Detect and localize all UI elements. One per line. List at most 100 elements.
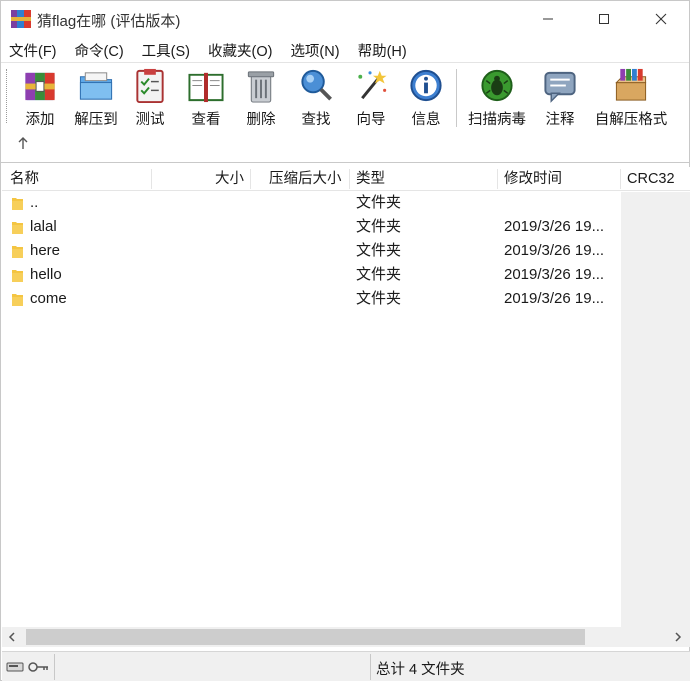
comment-icon (544, 71, 576, 103)
winrar-app-icon (11, 10, 31, 28)
folder-icon (12, 270, 23, 282)
item-modified: 2019/3/26 19... (504, 290, 605, 307)
wizard-label: 向导 (356, 112, 386, 128)
comment-label: 注释 (545, 112, 575, 128)
column-header-type[interactable]: 类型 (356, 167, 385, 191)
trash-icon (247, 71, 275, 103)
maximize-button[interactable] (581, 1, 627, 37)
column-header-size[interactable]: 大小 (215, 167, 244, 191)
folder-icon (12, 198, 23, 210)
menu-tools[interactable]: 工具(S) (138, 40, 194, 61)
folder-icon (12, 294, 23, 306)
status-bar: 总计 4 文件夹 (2, 651, 690, 681)
view-label: 查看 (191, 112, 221, 128)
maximize-icon (599, 14, 609, 24)
item-name: here (30, 242, 61, 259)
extract-to-button[interactable]: 解压到 (73, 67, 119, 129)
menu-bar: 文件(F) 命令(C) 工具(S) 收藏夹(O) 选项(N) 帮助(H) (1, 39, 689, 61)
item-name: .. (30, 194, 39, 211)
column-divider[interactable] (349, 169, 350, 189)
column-divider[interactable] (620, 169, 621, 189)
find-label: 查找 (301, 112, 331, 128)
chevron-left-icon (8, 632, 15, 642)
menu-commands[interactable]: 命令(C) (71, 40, 128, 61)
info-icon (410, 69, 442, 102)
list-item[interactable]: come 文件夹 2019/3/26 19... (2, 287, 620, 311)
status-summary: 总计 4 文件夹 (376, 662, 465, 678)
item-type: 文件夹 (356, 218, 402, 235)
up-arrow-icon[interactable] (15, 135, 31, 151)
magic-wand-icon (358, 70, 387, 100)
item-name: lalal (30, 218, 57, 235)
delete-label: 删除 (246, 112, 276, 128)
scroll-right-button[interactable] (668, 627, 688, 647)
find-button[interactable]: 查找 (297, 67, 335, 129)
list-item[interactable]: lalal 文件夹 2019/3/26 19... (2, 215, 620, 239)
folder-icon (12, 246, 23, 258)
menu-options[interactable]: 选项(N) (286, 40, 343, 61)
status-divider (370, 654, 371, 680)
column-header-packed[interactable]: 压缩后大小 (269, 167, 342, 191)
status-divider (54, 654, 55, 680)
list-item[interactable]: .. 文件夹 (2, 191, 620, 215)
column-divider[interactable] (151, 169, 152, 189)
info-label: 信息 (411, 112, 441, 128)
menu-help[interactable]: 帮助(H) (354, 40, 411, 61)
crc-column-background (621, 192, 690, 627)
menu-favorites[interactable]: 收藏夹(O) (204, 40, 276, 61)
test-button[interactable]: 测试 (133, 67, 167, 129)
sfx-label: 自解压格式 (594, 112, 668, 128)
close-icon (655, 13, 667, 25)
column-header-modified[interactable]: 修改时间 (504, 167, 562, 191)
horizontal-scrollbar[interactable] (2, 627, 690, 647)
column-divider[interactable] (250, 169, 251, 189)
drive-key-icon[interactable] (6, 660, 52, 674)
item-type: 文件夹 (356, 266, 402, 283)
view-button[interactable]: 查看 (183, 67, 229, 129)
title-bar[interactable]: 猜flag在哪 (评估版本) (1, 1, 689, 37)
item-type: 文件夹 (356, 242, 402, 259)
scan-virus-button[interactable]: 扫描病毒 (466, 67, 528, 129)
list-header: 名称 大小 压缩后大小 类型 修改时间 CRC32 (2, 167, 690, 191)
scan-virus-label: 扫描病毒 (468, 112, 526, 128)
view-book-icon (188, 72, 224, 103)
wizard-button[interactable]: 向导 (352, 67, 390, 129)
list-item[interactable]: hello 文件夹 2019/3/26 19... (2, 263, 620, 287)
chevron-right-icon (675, 632, 682, 642)
item-type: 文件夹 (356, 290, 402, 307)
add-label: 添加 (25, 112, 55, 128)
item-modified: 2019/3/26 19... (504, 242, 605, 259)
delete-button[interactable]: 删除 (242, 67, 280, 129)
info-button[interactable]: 信息 (407, 67, 445, 129)
item-type: 文件夹 (356, 194, 402, 211)
bug-scan-icon (481, 69, 513, 102)
window-title: 猜flag在哪 (评估版本) (37, 13, 181, 30)
extract-to-label: 解压到 (74, 112, 118, 128)
magnifier-icon (301, 69, 332, 101)
sfx-box-icon (615, 68, 647, 101)
column-header-name[interactable]: 名称 (10, 167, 39, 191)
file-list[interactable]: 名称 大小 压缩后大小 类型 修改时间 CRC32 .. 文件夹 lalal 文… (2, 167, 690, 627)
item-name: come (30, 290, 67, 307)
scroll-left-button[interactable] (2, 627, 22, 647)
item-modified: 2019/3/26 19... (504, 218, 605, 235)
list-item[interactable]: here 文件夹 2019/3/26 19... (2, 239, 620, 263)
comment-button[interactable]: 注释 (544, 67, 576, 129)
item-name: hello (30, 266, 62, 283)
sfx-button[interactable]: 自解压格式 (593, 67, 669, 129)
extract-folder-icon (79, 72, 113, 100)
app-window: 猜flag在哪 (评估版本) 文件(F) 命令(C) 工具(S) 收藏夹(O) … (0, 0, 690, 681)
toolbar-separator (456, 69, 457, 127)
column-divider[interactable] (497, 169, 498, 189)
column-header-crc32[interactable]: CRC32 (627, 167, 675, 191)
add-archive-icon (25, 72, 55, 101)
close-button[interactable] (638, 1, 684, 37)
toolbar-grip[interactable] (6, 69, 9, 123)
test-label: 测试 (135, 112, 165, 128)
add-button[interactable]: 添加 (21, 67, 59, 129)
menu-file[interactable]: 文件(F) (5, 40, 61, 61)
item-modified: 2019/3/26 19... (504, 266, 605, 283)
minimize-icon (543, 18, 553, 20)
scrollbar-thumb[interactable] (26, 629, 585, 645)
minimize-button[interactable] (525, 1, 571, 37)
